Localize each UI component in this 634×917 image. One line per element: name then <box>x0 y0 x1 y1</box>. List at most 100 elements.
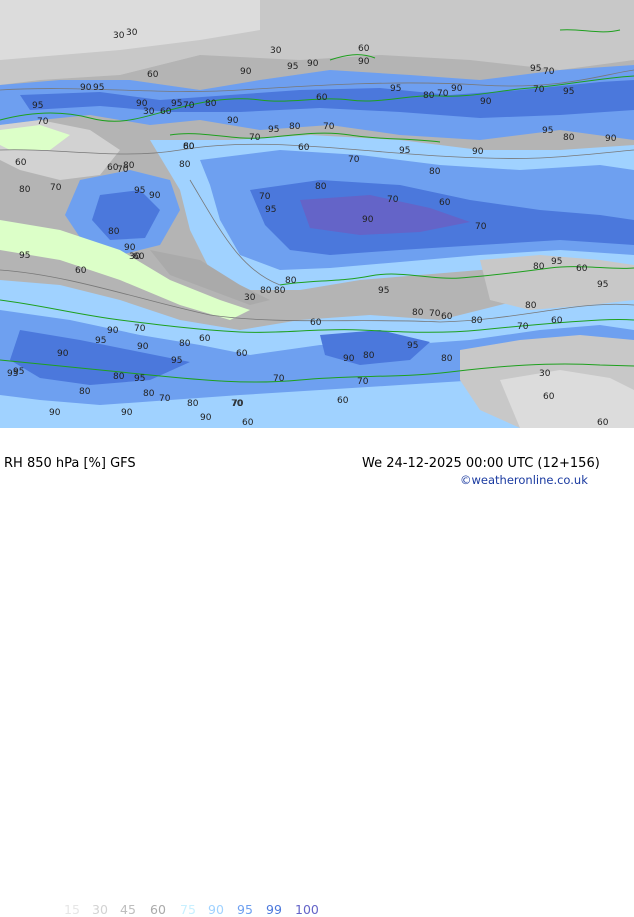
scale-value: 90 <box>208 902 224 917</box>
contour-label: 70 <box>159 394 171 404</box>
contour-label: 80 <box>179 339 191 349</box>
contour-label: 90 <box>240 67 252 77</box>
contour-label: 95 <box>32 101 43 111</box>
contour-label: 95 <box>378 286 389 296</box>
contour-label: 95 <box>171 356 182 366</box>
contour-label: 90 <box>121 408 133 418</box>
contour-label: 80 <box>441 354 453 364</box>
contour-label: 95 <box>171 99 182 109</box>
contour-label: 90 <box>200 413 212 423</box>
contour-label: 95 <box>542 126 553 136</box>
contour-label: 95 <box>95 336 106 346</box>
contour-label: 80 <box>274 286 286 296</box>
contour-label: 80 <box>179 160 191 170</box>
contour-label: 60 <box>358 44 370 54</box>
contour-label: 80 <box>187 399 199 409</box>
contour-label: 80 <box>205 99 217 109</box>
contour-label: 80 <box>525 301 537 311</box>
contour-label: 70 <box>273 374 285 384</box>
contour-label: 90 <box>227 116 239 126</box>
contour-label: 80 <box>363 351 375 361</box>
contour-label: 70 <box>323 122 335 132</box>
contour-label: 80 <box>412 308 424 318</box>
contour-label: 60 <box>147 70 159 80</box>
contour-label: 80 <box>79 387 91 397</box>
contour-label: 70 <box>533 85 545 95</box>
contour-label: 70 <box>249 133 261 143</box>
contour-label: 95 <box>597 280 608 290</box>
contour-label: 80 <box>315 182 327 192</box>
contour-label: 60 <box>597 418 609 428</box>
contour-label: 60 <box>199 334 211 344</box>
scale-value: 15 <box>64 902 80 917</box>
contour-label: 30 <box>129 252 141 262</box>
contour-label: 90 <box>451 84 463 94</box>
contour-label: 90 <box>149 191 161 201</box>
contour-label: 60 <box>183 142 195 152</box>
contour-label: 95 <box>268 125 279 135</box>
contour-label: 80 <box>429 167 441 177</box>
contour-label: 30 <box>244 293 256 303</box>
contour-label: 70 <box>429 309 441 319</box>
contour-label: 60 <box>75 266 87 276</box>
scale-value: 100 <box>295 902 319 917</box>
contour-label: 80 <box>423 91 435 101</box>
contour-label: 70 <box>232 399 244 409</box>
contour-label: 80 <box>471 316 483 326</box>
contour-label: 30 <box>143 107 155 117</box>
contour-label: 95 <box>134 186 145 196</box>
contour-label: 60 <box>337 396 349 406</box>
contour-label: 90 <box>472 147 484 157</box>
scale-value: 99 <box>266 902 282 917</box>
contour-label: 60 <box>543 392 555 402</box>
contour-label: 80 <box>289 122 301 132</box>
contour-label: 30 <box>126 28 138 38</box>
scale-value: 30 <box>92 902 108 917</box>
weather-map: 30 30 60 30 60 90 90 90 95 90 95 70 95 7… <box>0 0 634 428</box>
contour-label: 60 <box>15 158 27 168</box>
contour-label: 60 <box>236 349 248 359</box>
rh-contour-map: 30 30 60 30 60 90 90 90 95 90 95 70 95 7… <box>0 0 634 428</box>
contour-label: 80 <box>123 161 135 171</box>
contour-label: 60 <box>441 312 453 322</box>
contour-label: 90 <box>307 59 319 69</box>
map-footer: RH 850 hPa [%] GFS We 24-12-2025 00:00 U… <box>0 428 634 917</box>
contour-label: 90 <box>107 326 119 336</box>
contour-label: 70 <box>517 322 529 332</box>
contour-label: 70 <box>387 195 399 205</box>
contour-label: 70 <box>357 377 369 387</box>
contour-label: 90 <box>343 354 355 364</box>
forecast-datetime: We 24-12-2025 00:00 UTC (12+156) <box>362 456 600 471</box>
contour-label: 95 <box>530 64 541 74</box>
contour-label: 95 <box>563 87 574 97</box>
contour-label: 90 <box>49 408 61 418</box>
contour-label: 70 <box>183 101 195 111</box>
contour-label: 80 <box>260 286 272 296</box>
contour-label: 80 <box>285 276 297 286</box>
contour-label: 90 <box>358 57 370 67</box>
contour-label: 80 <box>113 372 125 382</box>
contour-label: 90 <box>80 83 92 93</box>
contour-label: 80 <box>108 227 120 237</box>
contour-label: 95 <box>93 83 104 93</box>
contour-label: 70 <box>50 183 62 193</box>
contour-label: 80 <box>19 185 31 195</box>
contour-label: 90 <box>362 215 374 225</box>
scale-value: 75 <box>180 902 196 917</box>
map-title: RH 850 hPa [%] GFS <box>4 456 136 471</box>
contour-label: 60 <box>551 316 563 326</box>
contour-label: 90 <box>605 134 617 144</box>
contour-label: 80 <box>533 262 545 272</box>
contour-label: 95 <box>13 367 24 377</box>
scale-value: 60 <box>150 902 166 917</box>
contour-label: 60 <box>439 198 451 208</box>
contour-label: 95 <box>407 341 418 351</box>
contour-label: 90 <box>57 349 69 359</box>
contour-label: 70 <box>37 117 49 127</box>
contour-label: 60 <box>576 264 588 274</box>
contour-label: 95 <box>287 62 298 72</box>
contour-label: 95 <box>390 84 401 94</box>
credit-link[interactable]: ©weatheronline.co.uk <box>460 473 588 487</box>
contour-label: 60 <box>298 143 310 153</box>
contour-label: 95 <box>19 251 30 261</box>
